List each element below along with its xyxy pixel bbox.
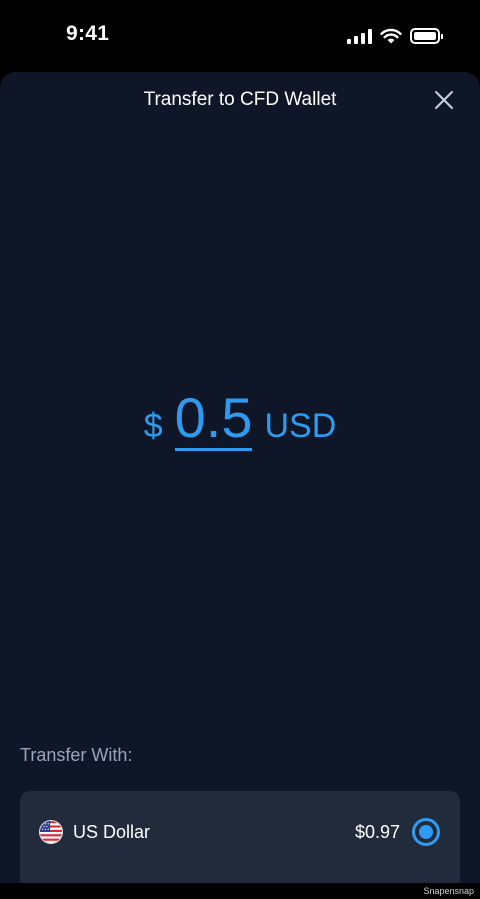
close-icon bbox=[435, 91, 453, 109]
sheet-header: Transfer to CFD Wallet bbox=[0, 72, 480, 128]
transfer-sheet: Transfer to CFD Wallet $ 0.5 USD Transfe… bbox=[0, 72, 480, 883]
amount-input[interactable]: 0.5 bbox=[174, 390, 253, 451]
status-icons bbox=[347, 26, 443, 46]
currency-code: USD bbox=[264, 407, 337, 445]
status-bar: 9:41 bbox=[0, 0, 480, 72]
amount-display: $ 0.5 USD bbox=[0, 390, 480, 451]
us-flag-icon bbox=[39, 820, 63, 844]
radio-selected-icon[interactable] bbox=[412, 818, 440, 846]
status-time: 9:41 bbox=[66, 22, 110, 45]
payment-option-us-dollar[interactable]: US Dollar $0.97 bbox=[20, 791, 460, 883]
sheet-title: Transfer to CFD Wallet bbox=[143, 89, 337, 110]
option-balance: $0.97 bbox=[354, 822, 400, 842]
cellular-signal-icon bbox=[347, 28, 372, 44]
transfer-with-label: Transfer With: bbox=[20, 745, 133, 765]
close-button[interactable] bbox=[430, 86, 458, 114]
watermark-bar: Snapensnap bbox=[0, 883, 480, 899]
wifi-icon bbox=[380, 28, 402, 44]
option-name: US Dollar bbox=[73, 822, 151, 842]
watermark-text: Snapensnap bbox=[423, 886, 474, 896]
currency-symbol: $ bbox=[143, 407, 163, 445]
battery-icon bbox=[410, 28, 443, 44]
